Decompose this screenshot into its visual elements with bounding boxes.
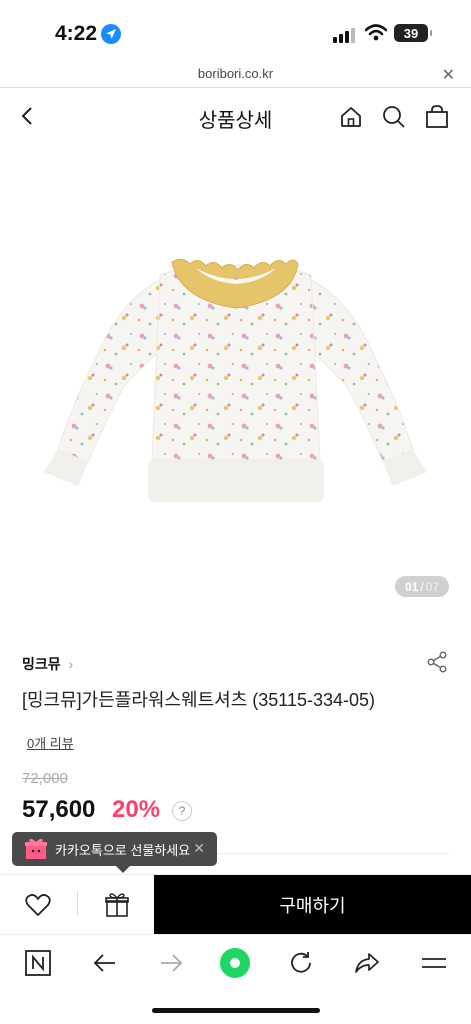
image-pager: 01 / 07 xyxy=(395,576,449,597)
sale-price: 57,600 xyxy=(22,796,96,823)
divider xyxy=(77,891,78,915)
battery-indicator: 39 xyxy=(394,24,432,42)
review-link[interactable]: 0개 리뷰 xyxy=(27,733,74,752)
page-header: 상품상세 xyxy=(0,96,471,140)
share-arrow-icon[interactable] xyxy=(353,949,381,982)
status-time: 4:22 xyxy=(55,22,122,46)
menu-icon[interactable] xyxy=(420,949,448,982)
heart-icon[interactable] xyxy=(25,893,51,922)
brand-link[interactable]: 밍크뮤 › xyxy=(22,654,73,674)
gift-icon[interactable] xyxy=(104,892,130,923)
kakao-gift-tooltip[interactable]: 카카오톡으로 선물하세요 ✕ xyxy=(12,832,217,873)
n-logo-icon[interactable] xyxy=(24,949,52,982)
share-icon[interactable] xyxy=(426,651,448,678)
pager-current: 01 xyxy=(404,579,419,594)
home-icon[interactable] xyxy=(338,104,364,135)
original-price: 72,000 xyxy=(22,770,68,787)
purchase-action-bar: 구매하기 xyxy=(0,874,471,935)
refresh-icon[interactable] xyxy=(287,949,315,982)
arrow-right-icon[interactable] xyxy=(157,949,185,982)
kakao-gift-icon xyxy=(24,838,48,860)
battery-level: 39 xyxy=(403,25,419,41)
wifi-icon xyxy=(364,24,388,46)
bag-icon[interactable] xyxy=(424,104,450,135)
close-icon[interactable]: ✕ xyxy=(442,65,455,85)
close-icon[interactable]: ✕ xyxy=(193,840,205,857)
status-bar: 4:22 39 xyxy=(0,0,471,62)
signal-icon xyxy=(333,28,355,43)
location-arrow-icon xyxy=(101,24,122,44)
status-time-text: 4:22 xyxy=(55,22,98,45)
brand-name[interactable]: 밍크뮤 xyxy=(22,654,61,674)
home-indicator xyxy=(152,1008,320,1013)
discount-rate: 20% xyxy=(112,796,161,823)
browser-url-bar[interactable]: boribori.co.kr ✕ xyxy=(0,62,471,88)
chevron-right-icon: › xyxy=(68,656,74,672)
divider xyxy=(200,853,449,854)
product-image[interactable] xyxy=(0,150,471,610)
browser-home-button[interactable] xyxy=(219,947,251,984)
arrow-left-icon[interactable] xyxy=(91,949,119,982)
product-name: [밍크뮤]가든플라워스웨트셔츠 (35115-334-05) xyxy=(22,690,376,710)
pager-total: 07 xyxy=(425,579,440,594)
url-domain[interactable]: boribori.co.kr xyxy=(0,66,471,81)
buy-button[interactable]: 구매하기 xyxy=(154,875,471,935)
tooltip-text: 카카오톡으로 선물하세요 xyxy=(55,842,191,858)
search-icon[interactable] xyxy=(381,104,407,135)
pager-separator: / xyxy=(420,579,424,594)
price-help-button[interactable]: ? xyxy=(172,801,192,821)
